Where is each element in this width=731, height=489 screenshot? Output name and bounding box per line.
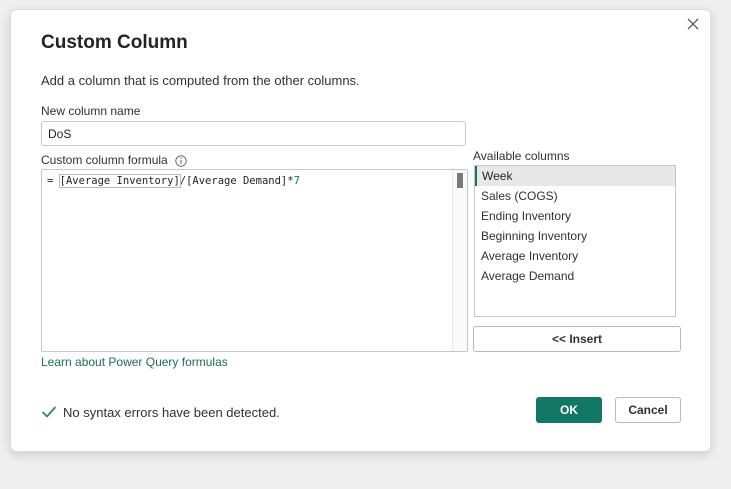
- formula-label: Custom column formula: [41, 153, 168, 167]
- formula-editor[interactable]: = [Average Inventory]/[Average Demand]*7: [41, 169, 468, 352]
- formula-scrollbar[interactable]: [452, 170, 467, 351]
- ok-button[interactable]: OK: [536, 397, 602, 423]
- available-columns-list: Week Sales (COGS) Ending Inventory Begin…: [474, 165, 676, 317]
- available-columns-label: Available columns: [473, 149, 570, 163]
- formula-scrollbar-thumb[interactable]: [457, 173, 463, 188]
- learn-power-query-link[interactable]: Learn about Power Query formulas: [41, 355, 228, 369]
- check-icon: [42, 406, 56, 418]
- formula-prefix: =: [47, 175, 60, 187]
- new-column-name-label: New column name: [41, 104, 141, 118]
- cancel-button[interactable]: Cancel: [615, 397, 681, 423]
- dialog-subtitle: Add a column that is computed from the o…: [41, 73, 360, 88]
- column-item-sales-cogs[interactable]: Sales (COGS): [475, 186, 675, 206]
- insert-button[interactable]: << Insert: [473, 326, 681, 352]
- new-column-name-input[interactable]: [41, 121, 466, 146]
- column-item-average-inventory[interactable]: Average Inventory: [475, 246, 675, 266]
- formula-number: 7: [293, 175, 300, 187]
- close-icon[interactable]: [684, 15, 702, 33]
- dialog-title: Custom Column: [41, 32, 188, 53]
- syntax-status: No syntax errors have been detected.: [41, 404, 280, 420]
- formula-column-reference: [Average Inventory]: [58, 174, 181, 188]
- syntax-status-text: No syntax errors have been detected.: [63, 404, 280, 420]
- column-item-ending-inventory[interactable]: Ending Inventory: [475, 206, 675, 226]
- column-item-week[interactable]: Week: [475, 166, 675, 186]
- info-icon[interactable]: [175, 155, 187, 167]
- column-item-beginning-inventory[interactable]: Beginning Inventory: [475, 226, 675, 246]
- formula-middle: /[Average Demand]*: [179, 175, 294, 187]
- column-item-average-demand[interactable]: Average Demand: [475, 266, 675, 286]
- custom-column-dialog: Custom Column Add a column that is compu…: [10, 9, 711, 452]
- formula-text: = [Average Inventory]/[Average Demand]*7: [47, 174, 300, 188]
